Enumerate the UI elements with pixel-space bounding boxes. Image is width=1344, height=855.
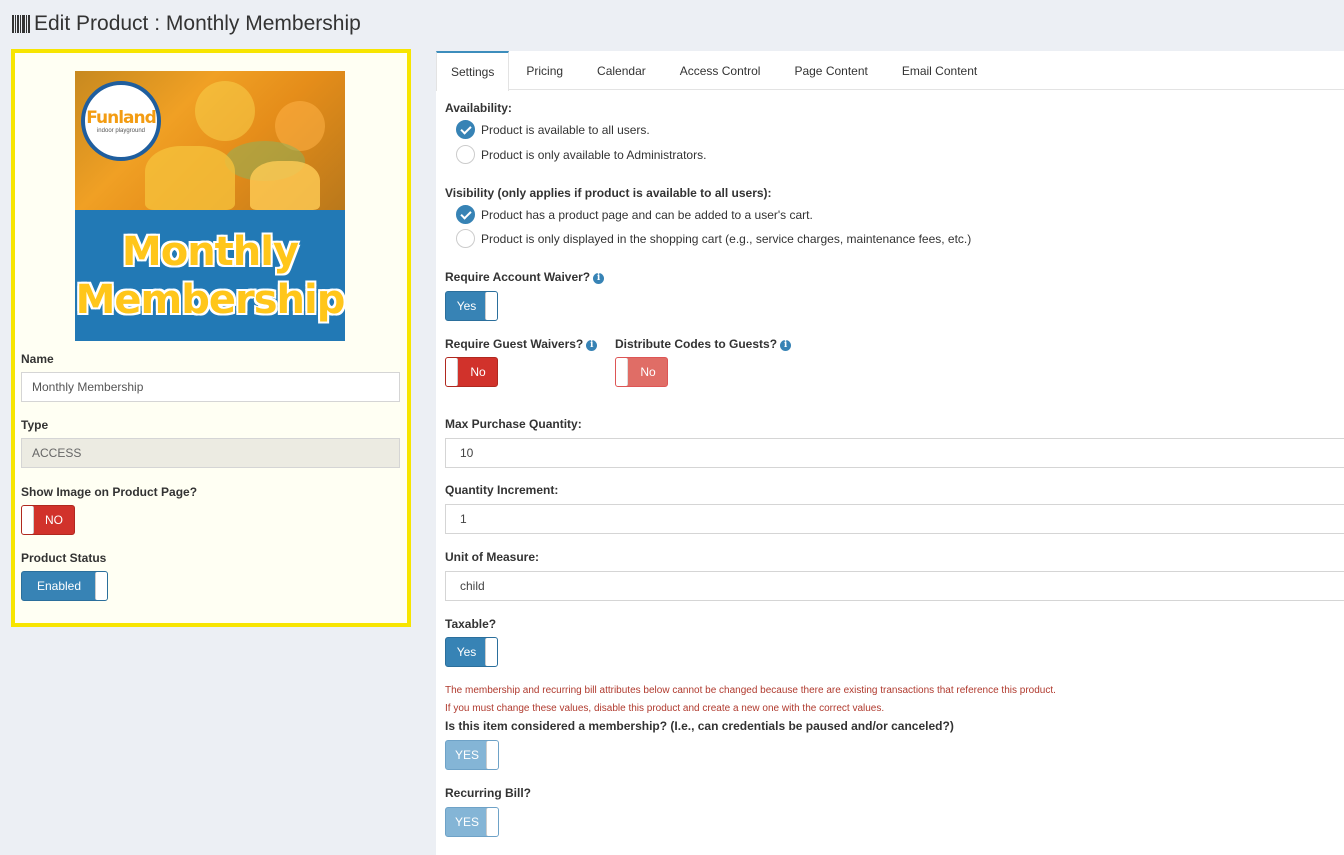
membership-toggle: YES	[445, 740, 499, 770]
guest-waivers-label: Require Guest Waivers? i	[445, 337, 598, 351]
account-waiver-label: Require Account Waiver? i	[445, 270, 605, 284]
product-image: Funland indoor playground Monthly Member…	[75, 71, 345, 341]
radio-checked-icon[interactable]	[456, 120, 475, 139]
tab-email-content[interactable]: Email Content	[885, 51, 994, 90]
taxable-toggle[interactable]: Yes	[445, 637, 498, 667]
tab-calendar[interactable]: Calendar	[580, 51, 663, 90]
tab-access-control[interactable]: Access Control	[663, 51, 778, 90]
distribute-codes-toggle: No	[615, 357, 668, 387]
warning-line-1: The membership and recurring bill attrib…	[445, 685, 1056, 696]
qty-increment-input[interactable]: 1	[445, 504, 1344, 534]
visibility-option-cart-only[interactable]: Product is only displayed in the shoppin…	[456, 229, 971, 248]
membership-label: Is this item considered a membership? (I…	[445, 719, 954, 733]
availability-label: Availability:	[445, 101, 512, 115]
availability-option-admins[interactable]: Product is only available to Administrat…	[456, 145, 706, 164]
visibility-option-product-page[interactable]: Product has a product page and can be ad…	[456, 205, 813, 224]
settings-panel: Settings Pricing Calendar Access Control…	[436, 51, 1344, 855]
tab-pricing[interactable]: Pricing	[509, 51, 580, 90]
funland-logo: Funland indoor playground	[81, 81, 161, 161]
page-title-text: Edit Product : Monthly Membership	[34, 12, 361, 35]
product-summary-panel: Funland indoor playground Monthly Member…	[11, 49, 411, 627]
recurring-bill-toggle: YES	[445, 807, 499, 837]
taxable-label: Taxable?	[445, 617, 497, 631]
show-image-label: Show Image on Product Page?	[21, 485, 198, 499]
guest-waivers-toggle[interactable]: No	[445, 357, 498, 387]
product-image-photo: Funland indoor playground	[75, 71, 345, 210]
tab-page-content[interactable]: Page Content	[777, 51, 884, 90]
tab-settings[interactable]: Settings	[436, 51, 510, 91]
max-qty-label: Max Purchase Quantity:	[445, 417, 582, 431]
radio-unchecked-icon[interactable]	[456, 229, 475, 248]
name-label: Name	[21, 352, 54, 366]
info-icon[interactable]: i	[586, 340, 598, 351]
distribute-codes-label: Distribute Codes to Guests? i	[615, 337, 792, 351]
radio-checked-icon[interactable]	[456, 205, 475, 224]
type-input: ACCESS	[21, 438, 400, 468]
visibility-label: Visibility (only applies if product is a…	[445, 186, 772, 200]
warning-line-2: If you must change these values, disable…	[445, 703, 885, 714]
tab-bar: Settings Pricing Calendar Access Control…	[436, 51, 1344, 91]
product-image-banner: Monthly Membership	[75, 210, 345, 341]
max-qty-input[interactable]: 10	[445, 438, 1344, 468]
name-input[interactable]: Monthly Membership	[21, 372, 400, 402]
radio-unchecked-icon[interactable]	[456, 145, 475, 164]
product-status-toggle[interactable]: Enabled	[21, 571, 108, 601]
recurring-bill-label: Recurring Bill?	[445, 786, 532, 800]
show-image-toggle[interactable]: NO	[21, 505, 75, 535]
account-waiver-toggle[interactable]: Yes	[445, 291, 498, 321]
qty-increment-label: Quantity Increment:	[445, 483, 559, 497]
unit-of-measure-label: Unit of Measure:	[445, 550, 540, 564]
barcode-icon	[12, 15, 30, 33]
availability-option-all[interactable]: Product is available to all users.	[456, 120, 650, 139]
page-title: Edit Product : Monthly Membership	[12, 12, 361, 36]
type-label: Type	[21, 418, 49, 432]
info-icon[interactable]: i	[780, 340, 792, 351]
product-status-label: Product Status	[21, 551, 107, 565]
unit-of-measure-input[interactable]: child	[445, 571, 1344, 601]
info-icon[interactable]: i	[593, 273, 605, 284]
